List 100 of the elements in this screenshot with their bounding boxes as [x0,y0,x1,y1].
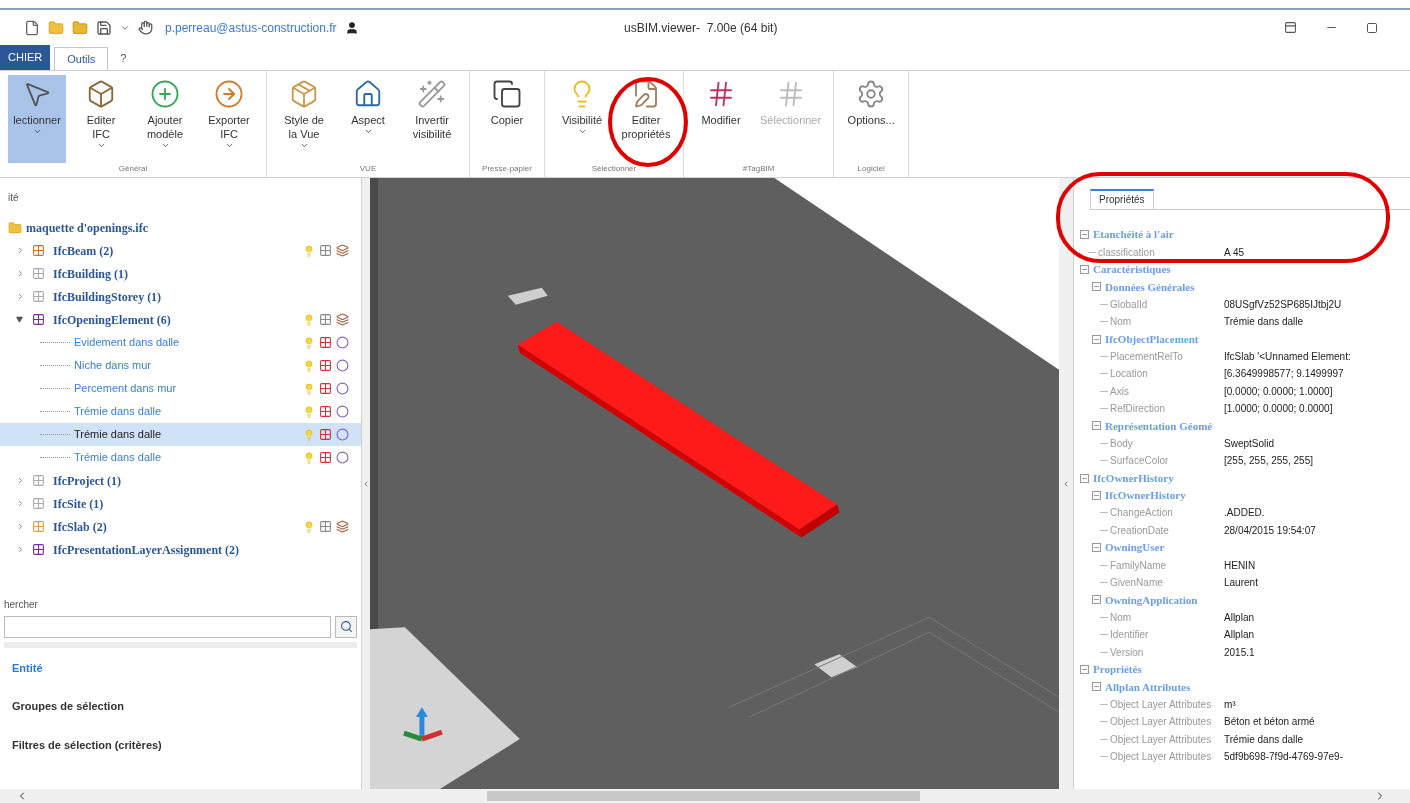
tree-item[interactable]: Trémie dans dalle [74,426,162,443]
collapse-icon[interactable] [1080,230,1089,240]
collapse-icon[interactable] [1080,664,1089,674]
tree-row[interactable]: Trémie dans dalle [0,400,361,423]
collapse-icon[interactable] [1092,282,1101,292]
ribbon-button[interactable]: lectionner [8,75,66,163]
ribbon-button[interactable]: Modifier [692,75,750,163]
tree-item[interactable]: Niche dans mur [74,357,152,374]
ribbon-group-label: Sélectionner [590,163,638,175]
ribbon-button[interactable]: Ajouter modèle [136,75,194,163]
ribbon-button[interactable]: Options... [842,75,901,163]
collapse-icon[interactable] [1092,421,1101,431]
tree-root[interactable]: maquette d'openings.ifc [26,218,148,237]
ribbon-tab[interactable]: CHIER [0,45,51,70]
tree-item[interactable]: Trémie dans dalle [74,403,162,420]
collapse-icon[interactable] [1092,543,1101,553]
grid-icon[interactable] [319,520,332,533]
grid-icon[interactable] [319,451,332,464]
tree-row[interactable]: Evidement dans dalle [0,331,361,354]
collapse-icon[interactable] [1080,473,1089,483]
grid-icon[interactable] [319,382,332,395]
restore-icon[interactable] [1284,21,1297,34]
tree-item[interactable]: IfcPresentationLayerAssignment (2) [53,540,240,559]
tree-item[interactable]: Trémie dans dalle [74,449,162,466]
grid-icon[interactable] [319,405,332,418]
tree-item[interactable]: IfcBuildingStorey (1) [53,287,162,306]
property-name: Identifier [1110,628,1149,643]
account-link[interactable]: p.perreau@astus-construction.fr [165,18,337,37]
ribbon-group-label: Logiciel [856,163,886,175]
ribbon-button[interactable]: Exporter IFC [200,75,258,163]
collapse-arrow-icon[interactable] [16,316,24,323]
save-icon[interactable] [96,19,112,36]
ribbon-button[interactable]: Style de la Vue [275,75,333,163]
lightbulb-icon[interactable] [303,405,315,418]
tree-item[interactable]: IfcSlab (2) [53,517,107,536]
shapes-icon[interactable] [336,313,349,326]
target-icon[interactable] [336,382,349,395]
grid-icon[interactable] [319,313,332,326]
ribbon-button[interactable]: Invertir visibilité [403,75,461,163]
user-icon[interactable] [344,20,359,35]
shapes-icon[interactable] [336,520,349,533]
property-value: A 45 [1224,245,1245,260]
folder-icon[interactable] [72,19,88,36]
collapse-icon[interactable] [1092,491,1101,501]
tree-item[interactable]: IfcBeam (2) [53,241,114,260]
navigation-section[interactable]: Filtres de sélection (critères) [12,736,361,753]
ribbon-tab[interactable]: Outils [54,47,109,70]
lightbulb-icon[interactable] [303,336,315,349]
folder-icon [8,220,22,235]
tree-row[interactable]: Trémie dans dalle [0,423,361,446]
tree-item[interactable]: IfcSite (1) [53,494,104,513]
collapse-icon[interactable] [1080,264,1089,274]
grid-icon[interactable] [319,428,332,441]
ribbon-button[interactable]: Copier [478,75,536,163]
tree-row[interactable]: Trémie dans dalle [0,446,361,469]
collapse-chevron-icon[interactable] [362,479,370,488]
target-icon[interactable] [336,336,349,349]
grid-icon[interactable] [319,244,332,257]
lightbulb-icon[interactable] [303,382,315,395]
collapse-chevron-icon[interactable] [1062,479,1070,488]
lightbulb-icon[interactable] [303,313,315,326]
maximize-icon[interactable] [1366,21,1378,34]
ribbon-button[interactable]: Visibilité [553,75,611,163]
hand-icon[interactable] [138,20,153,35]
tree-row[interactable]: Niche dans mur [0,354,361,377]
grid-icon[interactable] [319,359,332,372]
shapes-icon[interactable] [336,244,349,257]
folder-icon[interactable] [48,19,64,36]
target-icon[interactable] [336,359,349,372]
navigation-section[interactable]: Groupes de sélection [12,698,361,715]
class-icon [32,497,45,510]
properties-tab[interactable]: Propriétés [1090,189,1154,209]
tree-item[interactable]: Evidement dans dalle [74,334,180,351]
collapse-icon[interactable] [1092,682,1101,692]
new-file-icon[interactable] [24,19,40,36]
target-icon[interactable] [336,405,349,418]
horizontal-scrollbar[interactable] [0,789,1410,803]
navigation-section[interactable]: Entité [12,659,361,676]
3d-model-drawing[interactable] [370,178,1059,789]
tree-item[interactable]: Percement dans mur [74,380,177,397]
ribbon-button[interactable]: Aspect [339,75,397,163]
search-field[interactable] [4,615,331,638]
tree-item[interactable]: IfcOpeningElement (6) [53,310,171,329]
property-name: GivenName [1110,576,1163,590]
ribbon-button[interactable]: Editer IFC [72,75,130,163]
lightbulb-icon[interactable] [303,359,315,372]
lightbulb-icon[interactable] [303,451,315,464]
tree-item[interactable]: IfcBuilding (1) [53,264,128,283]
collapse-icon[interactable] [1092,595,1101,605]
target-icon[interactable] [336,451,349,464]
ribbon-tab[interactable]: ? [108,47,139,70]
target-icon[interactable] [336,428,349,441]
tree-item[interactable]: IfcProject (1) [53,471,122,490]
collapse-icon[interactable] [1092,334,1101,344]
grid-icon[interactable] [319,336,332,349]
lightbulb-icon[interactable] [303,520,315,533]
tree-row[interactable]: Percement dans mur [0,377,361,400]
lightbulb-icon[interactable] [303,244,315,257]
splitter[interactable] [1059,178,1073,789]
search-button[interactable] [335,615,357,638]
